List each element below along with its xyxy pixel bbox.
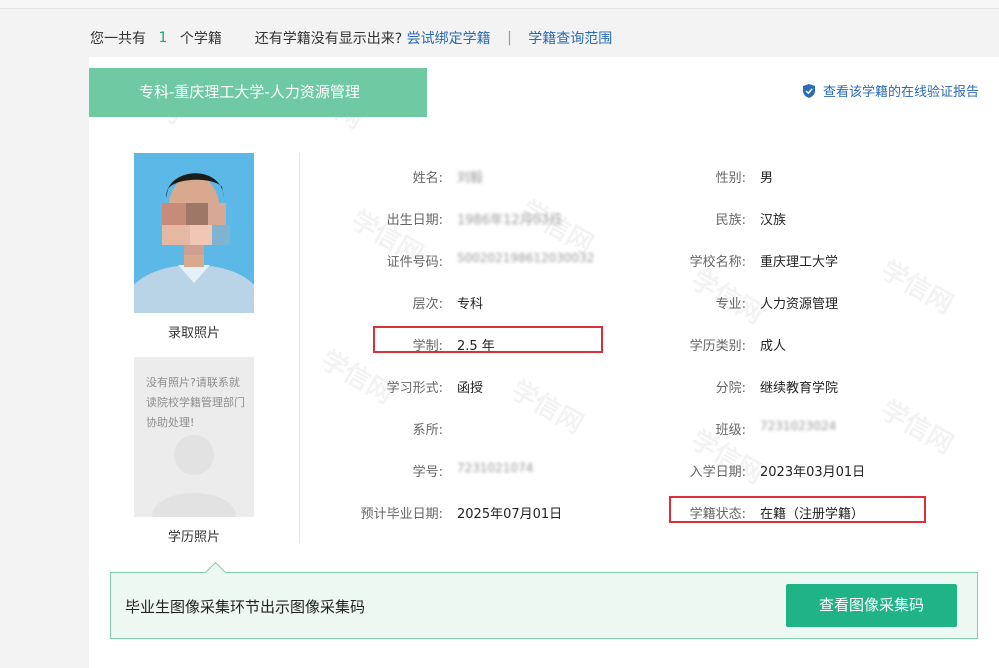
ethnicity-value: 汉族: [760, 213, 787, 228]
major-label: 专业:: [715, 297, 746, 312]
student-id-label: 学号:: [412, 465, 443, 480]
department-label: 系所:: [412, 423, 443, 438]
branch-college-value: 继续教育学院: [760, 381, 839, 396]
record-count: 1: [158, 30, 168, 46]
gender-label: 性别:: [715, 171, 746, 186]
level-label: 层次:: [412, 297, 443, 312]
record-summary: 您一共有 1 个学籍 还有学籍没有显示出来? 尝试绑定学籍 | 学籍查询范围: [90, 28, 612, 48]
study-mode-label: 学习形式:: [386, 381, 443, 396]
view-collection-code-button[interactable]: 查看图像采集码: [786, 584, 957, 627]
name-value: 刘毅: [457, 171, 484, 186]
no-photo-note: 没有照片?请联系就读院校学籍管理部门协助处理!: [146, 376, 245, 429]
duration-highlight-box: [373, 326, 603, 353]
summary-prefix: 您一共有: [90, 31, 146, 47]
divider: [299, 153, 300, 543]
query-scope-link[interactable]: 学籍查询范围: [528, 31, 612, 47]
record-title: 专科-重庆理工大学-人力资源管理: [89, 68, 427, 117]
watermark: 学信网: [875, 390, 961, 461]
record-card: 学信网 学信网 学信网 学信网 学信网 学信网 学信网 学信网 学信网 学信网 …: [89, 57, 999, 668]
watermark: 学信网: [505, 370, 591, 441]
study-mode-value: 函授: [457, 381, 484, 396]
summary-suffix: 个学籍: [179, 31, 222, 47]
school-name-label: 学校名称:: [689, 255, 746, 270]
education-type-label: 学历类别:: [689, 339, 746, 354]
name-label: 姓名:: [412, 171, 443, 186]
birth-date-value: 1986年12月03日: [457, 213, 563, 228]
top-bar: [0, 0, 999, 9]
missing-question: 还有学籍没有显示出来?: [254, 31, 403, 47]
admission-photo-label: 录取照片: [167, 326, 220, 341]
expected-graduation-value: 2025年07月01日: [457, 507, 563, 522]
enrollment-date-label: 入学日期:: [689, 465, 746, 480]
expected-graduation-label: 预计毕业日期:: [360, 507, 443, 522]
major-value: 人力资源管理: [760, 297, 839, 312]
notice-pointer: [204, 561, 227, 584]
verify-report-label: 查看该学籍的在线验证报告: [822, 85, 979, 100]
class-label: 班级:: [715, 423, 746, 438]
verify-report-link[interactable]: 查看该学籍的在线验证报告: [802, 81, 979, 100]
image-collection-notice: 毕业生图像采集环节出示图像采集码 查看图像采集码: [110, 561, 978, 639]
level-value: 专科: [457, 297, 484, 312]
status-highlight-box: [669, 496, 926, 523]
bind-record-link[interactable]: 尝试绑定学籍: [407, 31, 491, 47]
ethnicity-label: 民族:: [715, 213, 746, 228]
degree-photo-label: 学历照片: [167, 530, 220, 545]
degree-photo-placeholder: 没有照片?请联系就读院校学籍管理部门协助处理!: [134, 357, 254, 517]
student-id-value: 7231021074: [457, 461, 534, 475]
class-value: 7231023024: [760, 419, 837, 433]
branch-college-label: 分院:: [715, 381, 746, 396]
watermark: 学信网: [875, 250, 961, 321]
id-number-value: 500202198612030032: [457, 251, 595, 265]
person-photo-icon: [134, 153, 254, 313]
id-number-label: 证件号码:: [386, 255, 443, 270]
shield-check-icon: [802, 84, 815, 98]
notice-text: 毕业生图像采集环节出示图像采集码: [125, 598, 366, 616]
admission-photo: [134, 153, 254, 313]
birth-date-label: 出生日期:: [386, 213, 443, 228]
enrollment-date-value: 2023年03月01日: [760, 465, 866, 480]
education-type-value: 成人: [760, 339, 787, 354]
link-separator: |: [507, 30, 512, 46]
school-name-value: 重庆理工大学: [760, 255, 839, 270]
gender-value: 男: [760, 171, 774, 186]
